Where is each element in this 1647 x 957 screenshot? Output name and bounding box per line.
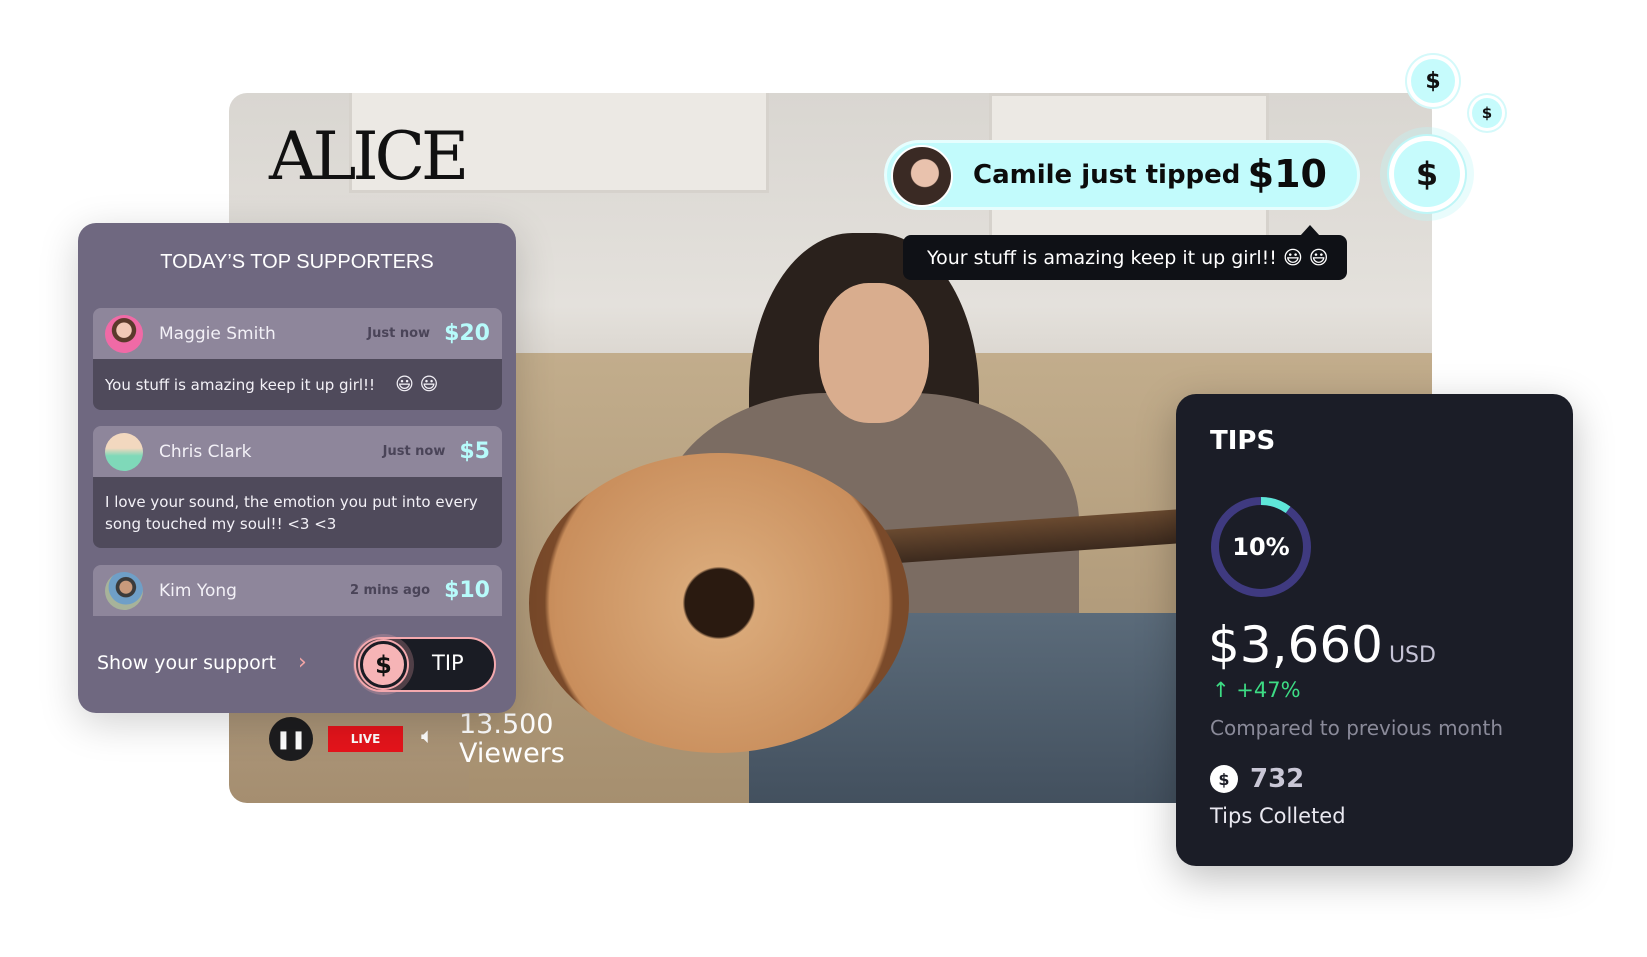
- pause-icon: ❚❚: [275, 728, 307, 750]
- supporter-name: Chris Clark: [159, 441, 252, 462]
- avatar: [105, 432, 143, 471]
- change-value: +47%: [1236, 678, 1301, 702]
- tip-time: 2 mins ago: [349, 583, 431, 598]
- supporter-item: Chris Clark Just now $5 I love your soun…: [93, 426, 502, 548]
- tipper-avatar: [891, 145, 953, 207]
- tip-notification: Camile just tipped $10: [884, 140, 1360, 210]
- dollar-coin-icon: $: [1210, 765, 1238, 793]
- show-support-link[interactable]: Show your support: [97, 652, 276, 674]
- viewer-count: 13.500 Viewers: [459, 710, 565, 768]
- tip-time: Just now: [367, 326, 431, 341]
- performer-face: [819, 283, 929, 423]
- channel-logo: ALICE: [269, 118, 469, 195]
- tip-time: Just now: [382, 444, 446, 459]
- supporter-item: Kim Yong 2 mins ago $10: [93, 565, 502, 616]
- tip-button-label: TIP: [432, 651, 464, 675]
- tip-amount: $5: [459, 439, 490, 464]
- panel-title: TODAY’S TOP SUPPORTERS: [160, 251, 434, 273]
- tips-amount: $3,660: [1208, 616, 1383, 674]
- tip-amount: $20: [444, 321, 490, 346]
- tip-notification-text: Camile just tipped: [973, 160, 1241, 190]
- emoji: 😃 😃: [395, 373, 439, 395]
- guitar: [529, 453, 909, 753]
- tips-title: TIPS: [1210, 426, 1276, 456]
- supporter-message: You stuff is amazing keep it up girl!!: [105, 375, 376, 394]
- tips-count: 732: [1250, 764, 1305, 794]
- dollar-coin-icon: $: [1394, 141, 1460, 207]
- tips-total: $3,660 USD: [1208, 616, 1436, 674]
- tip-amount: $10: [444, 578, 490, 603]
- dollar-coin-icon: $: [1472, 98, 1502, 128]
- compared-label: Compared to previous month: [1210, 716, 1503, 740]
- tips-count-label: Tips Colleted: [1210, 804, 1346, 828]
- viewer-number: 13.500: [459, 709, 554, 740]
- avatar: [105, 314, 143, 353]
- progress-label: 10%: [1232, 533, 1290, 561]
- dollar-coin-icon: $: [1411, 59, 1455, 103]
- tip-message-bubble: Your stuff is amazing keep it up girl!! …: [903, 225, 1347, 280]
- tip-button[interactable]: $ TIP: [354, 637, 496, 692]
- pause-button[interactable]: ❚❚: [269, 717, 313, 761]
- avatar: [105, 571, 143, 610]
- tips-card: TIPS 10% $3,660 USD ↑ +47% Compared to pr…: [1176, 394, 1573, 866]
- arrow-up-icon: ↑: [1212, 678, 1237, 702]
- live-badge: LIVE: [328, 726, 403, 752]
- volume-icon[interactable]: 🔈︎: [421, 724, 434, 749]
- supporter-name: Kim Yong: [159, 580, 237, 601]
- tip-notification-amount: $10: [1247, 152, 1327, 196]
- currency: USD: [1388, 643, 1436, 668]
- chevron-right-icon[interactable]: ›: [298, 650, 307, 675]
- supporter-item: Maggie Smith Just now $20 You stuff is a…: [93, 308, 502, 410]
- viewer-label: Viewers: [459, 738, 565, 769]
- tips-change: ↑ +47%: [1212, 678, 1301, 702]
- supporter-name: Maggie Smith: [159, 323, 276, 344]
- dollar-coin-icon: $: [360, 641, 407, 688]
- supporter-message: I love your sound, the emotion you put i…: [105, 492, 478, 533]
